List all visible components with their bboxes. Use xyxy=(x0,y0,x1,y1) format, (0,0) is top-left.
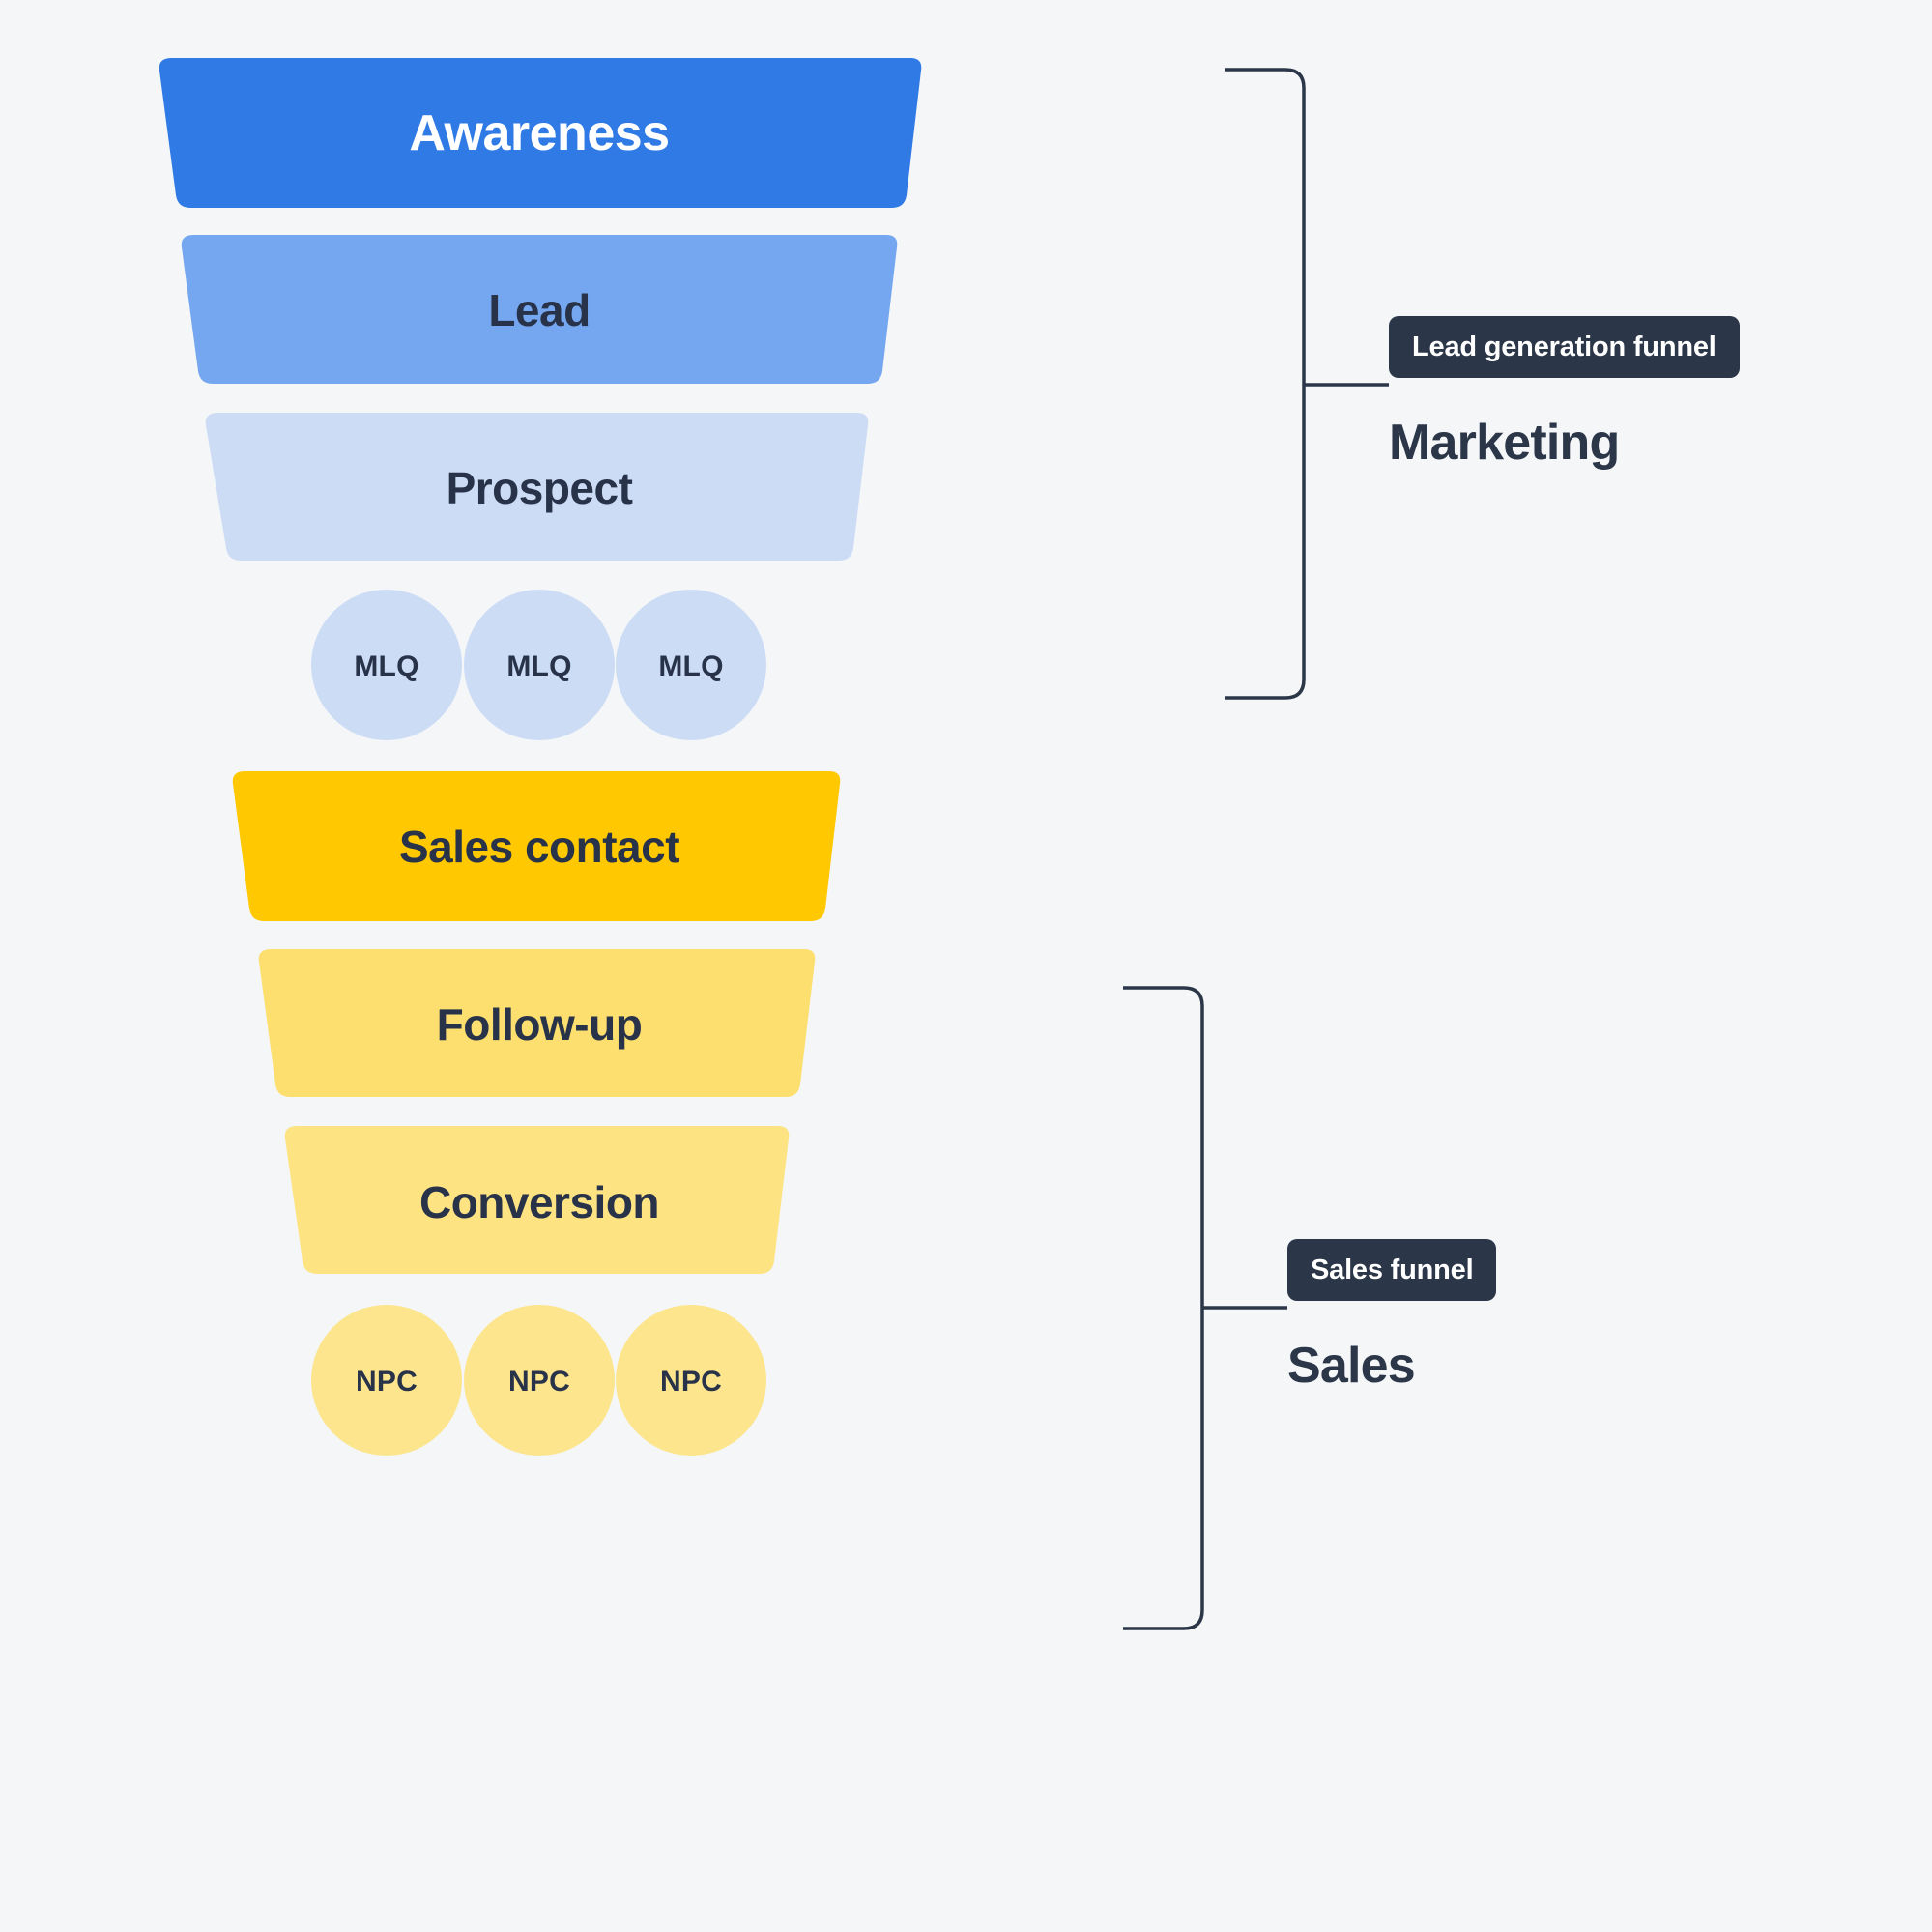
sales-bracket xyxy=(1123,986,1287,1630)
funnel-node-label-mlq-2: MLQ xyxy=(506,650,572,682)
funnel-node-label-npc-1: NPC xyxy=(356,1366,418,1398)
funnel-stage-label-follow-up: Follow-up xyxy=(436,999,643,1050)
funnel-node-label-npc-3: NPC xyxy=(660,1366,722,1398)
marketing-badge[interactable]: Lead generation funnel xyxy=(1389,316,1740,378)
sales-badge[interactable]: Sales funnel xyxy=(1287,1239,1497,1301)
funnel-node-label-npc-2: NPC xyxy=(508,1366,570,1398)
marketing-group-title: Marketing xyxy=(1389,415,1620,471)
funnel-stage-label-awareness: Awareness xyxy=(409,105,670,161)
funnel-node-label-mlq-1: MLQ xyxy=(354,650,419,682)
funnel-diagram: Awareness Lead Prospect MLQ MLQ MLQ Sale… xyxy=(0,0,1932,1932)
funnel-stage-label-sales-contact: Sales contact xyxy=(398,822,680,872)
sales-group-title: Sales xyxy=(1287,1338,1416,1394)
funnel-shapes xyxy=(159,58,1389,1630)
funnel-stage-label-conversion: Conversion xyxy=(418,1177,660,1227)
funnel-stage-label-prospect: Prospect xyxy=(446,463,633,513)
marketing-bracket xyxy=(1225,68,1389,700)
funnel-stage-label-lead: Lead xyxy=(488,285,591,335)
funnel-node-label-mlq-3: MLQ xyxy=(658,650,724,682)
